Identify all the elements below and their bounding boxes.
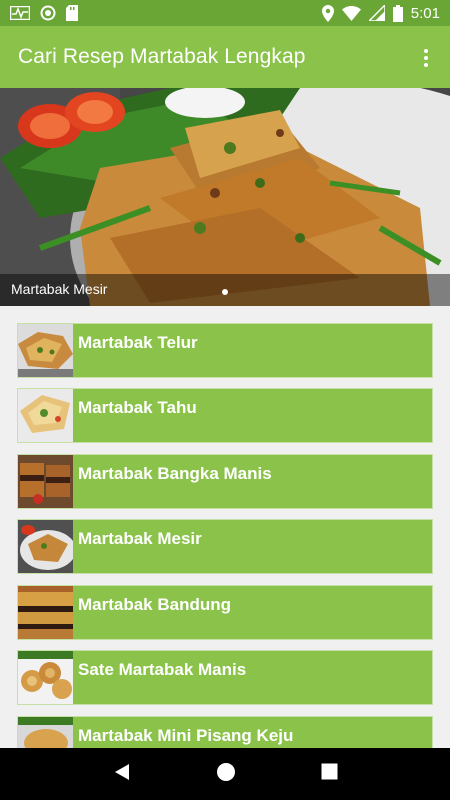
more-vert-icon[interactable]: [416, 46, 436, 70]
recipe-thumbnail: [18, 717, 73, 748]
recipe-label: Martabak Mesir: [78, 529, 202, 548]
slider-indicator-dot: [222, 289, 228, 295]
recipe-label: Martabak Tahu: [78, 398, 197, 417]
recipe-item-martabak-bandung[interactable]: Martabak Bandung: [17, 585, 433, 640]
recipe-item-sate-martabak-manis[interactable]: Sate Martabak Manis: [17, 650, 433, 705]
activity-icon: [10, 6, 30, 20]
app-title: Cari Resep Martabak Lengkap: [18, 45, 306, 68]
recipe-label: Sate Martabak Manis: [78, 660, 247, 679]
recipe-thumbnail: [18, 586, 73, 639]
recipe-thumbnail: [18, 324, 73, 377]
recipe-item-martabak-mesir[interactable]: Martabak Mesir: [17, 519, 433, 574]
recipe-label: Martabak Bangka Manis: [78, 464, 272, 483]
recipe-label: Martabak Mini Pisang Keju: [78, 726, 294, 745]
status-time: 5:01: [410, 4, 440, 22]
recipe-thumbnail: [18, 520, 73, 573]
home-icon[interactable]: [216, 762, 236, 787]
location-icon: [321, 4, 334, 22]
circle-icon: [40, 5, 56, 21]
banner-slider[interactable]: Martabak Mesir: [0, 88, 450, 306]
sd-card-icon: [66, 5, 78, 21]
recipe-list[interactable]: Martabak Telur Martabak Tahu Martabak Ba…: [0, 306, 450, 748]
recipe-item-martabak-bangka-manis[interactable]: Martabak Bangka Manis: [17, 454, 433, 509]
recents-icon[interactable]: [321, 763, 338, 785]
back-icon[interactable]: [113, 763, 131, 786]
recipe-thumbnail: [18, 651, 73, 704]
app-bar: Cari Resep Martabak Lengkap: [0, 26, 450, 88]
recipe-item-martabak-mini-pisang-keju[interactable]: Martabak Mini Pisang Keju: [17, 716, 433, 748]
navigation-bar: [0, 748, 450, 800]
recipe-label: Martabak Bandung: [78, 595, 232, 614]
status-bar: 5:01: [0, 0, 450, 26]
recipe-label: Martabak Telur: [78, 333, 198, 352]
wifi-icon: [341, 5, 361, 21]
recipe-thumbnail: [18, 389, 73, 442]
recipe-thumbnail: [18, 455, 73, 508]
recipe-item-martabak-telur[interactable]: Martabak Telur: [17, 323, 433, 378]
battery-icon: [392, 4, 403, 22]
signal-icon: [368, 5, 385, 21]
recipe-item-martabak-tahu[interactable]: Martabak Tahu: [17, 388, 433, 443]
